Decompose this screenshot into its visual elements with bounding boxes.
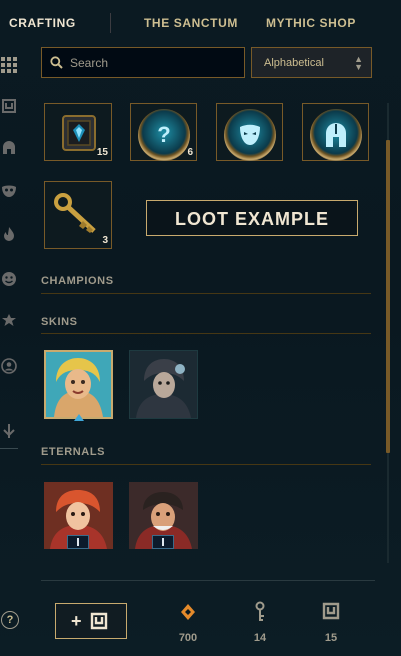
loot-tile-helmet-orb[interactable] (302, 103, 369, 161)
orange-essence-value: 700 (178, 632, 198, 644)
orange-essence-icon (179, 603, 197, 626)
tab-crafting[interactable]: CRAFTING (9, 16, 76, 30)
mystery-orb-icon: ? (138, 109, 190, 161)
chest-icon (90, 612, 108, 635)
skin-tile-2[interactable] (129, 350, 198, 419)
loot-example-label: LOOT EXAMPLE (146, 200, 358, 236)
loot-count: 6 (187, 147, 193, 158)
skin-tile-1[interactable] (44, 350, 113, 421)
plus-icon: + (71, 611, 82, 631)
eternal-badge-icon (67, 535, 89, 549)
skin-portrait (130, 351, 197, 418)
loot-count: 15 (96, 147, 108, 158)
loot-tile-key-fragment[interactable]: 3 (44, 181, 112, 249)
keys-value: 14 (253, 632, 267, 644)
search-icon (50, 56, 63, 74)
section-header-eternals: ETERNALS (41, 446, 106, 458)
helmet-icon[interactable] (0, 139, 18, 157)
ward-icon[interactable] (0, 312, 18, 330)
loot-tile-chest[interactable]: 15 (44, 103, 112, 161)
key-icon (252, 601, 268, 628)
hextech-chest-icon (59, 110, 99, 159)
flame-icon[interactable] (0, 225, 18, 243)
mask-icon[interactable] (0, 182, 18, 200)
scrollbar-thumb[interactable] (386, 140, 390, 453)
sort-dropdown[interactable]: Alphabetical ▲ ▼ (251, 47, 372, 78)
chest-icon[interactable] (0, 97, 18, 115)
sort-selected-label: Alphabetical (264, 57, 324, 69)
chests-value: 15 (324, 632, 338, 644)
loot-tile-mystery-orb[interactable]: ? 6 (130, 103, 197, 161)
emote-icon[interactable] (0, 270, 18, 288)
eternal-tile-2[interactable] (129, 482, 198, 549)
skin-portrait (46, 352, 111, 417)
tab-mythic-shop[interactable]: MYTHIC SHOP (266, 16, 356, 30)
section-divider (41, 333, 371, 334)
chest-icon (322, 602, 340, 625)
help-button[interactable]: ? (1, 611, 19, 629)
eternal-tile-1[interactable] (44, 482, 113, 549)
section-divider (41, 464, 371, 465)
helmet-orb-icon (310, 109, 362, 161)
section-header-champions: CHAMPIONS (41, 275, 114, 287)
loot-tile-mask-orb[interactable] (216, 103, 283, 161)
profile-icon[interactable] (0, 357, 18, 375)
question-mark: ? (157, 122, 171, 147)
section-divider (41, 293, 371, 294)
search-input[interactable] (70, 54, 238, 72)
key-fragment-icon (53, 192, 103, 243)
top-navigation: CRAFTING THE SANCTUM MYTHIC SHOP (0, 0, 401, 44)
disenchant-all-icon[interactable] (0, 422, 18, 440)
mask-orb-icon (224, 109, 276, 161)
help-icon: ? (6, 614, 14, 626)
section-header-skins: SKINS (41, 316, 78, 328)
category-rail (0, 44, 24, 656)
selected-pointer-icon (74, 414, 84, 421)
rail-divider (0, 448, 18, 449)
footer-divider (41, 580, 375, 581)
up-down-caret-icon: ▲ ▼ (354, 54, 363, 72)
tab-the-sanctum[interactable]: THE SANCTUM (144, 16, 238, 30)
add-loot-button[interactable]: + (55, 603, 127, 639)
loot-example-text: LOOT EXAMPLE (174, 209, 329, 229)
grid-icon[interactable] (0, 56, 18, 74)
search-field[interactable] (41, 47, 245, 78)
nav-divider (110, 13, 111, 33)
eternal-badge-icon (152, 535, 174, 549)
loot-count: 3 (102, 235, 108, 246)
